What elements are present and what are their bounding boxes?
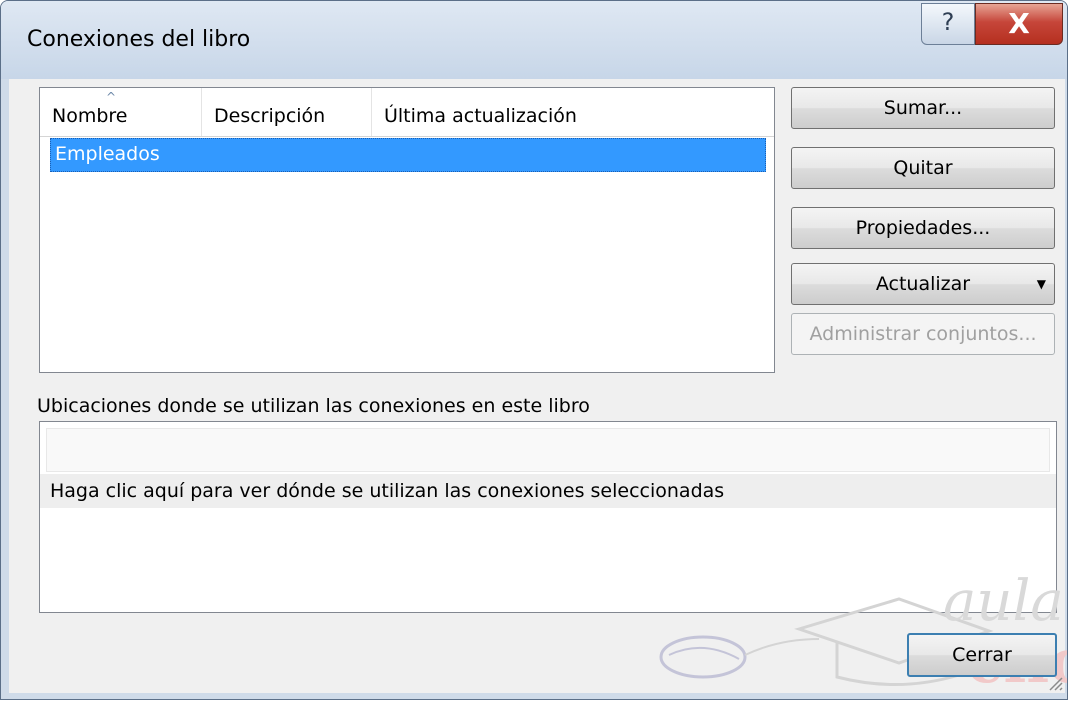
workbook-connections-dialog: Conexiones del libro ? X ^ Nombre Descri… — [0, 0, 1068, 700]
resize-grip-icon[interactable] — [1045, 673, 1063, 691]
locations-list[interactable]: Haga clic aquí para ver dónde se utiliza… — [39, 421, 1057, 613]
connections-list-header: ^ Nombre Descripción Última actualizació… — [40, 88, 774, 137]
column-description-label: Descripción — [214, 105, 326, 127]
properties-button[interactable]: Propiedades... — [791, 207, 1055, 249]
dialog-title: Conexiones del libro — [27, 27, 251, 52]
connection-row-selected[interactable]: Empleados — [50, 138, 766, 172]
refresh-button[interactable]: Actualizar ▼ — [791, 263, 1055, 305]
column-header-name[interactable]: ^ Nombre — [40, 88, 202, 136]
help-icon: ? — [941, 8, 955, 36]
close-button[interactable]: Cerrar — [907, 633, 1057, 677]
locations-hint-row[interactable]: Haga clic aquí para ver dónde se utiliza… — [40, 474, 1056, 508]
title-bar: Conexiones del libro ? X — [1, 1, 1067, 79]
remove-button[interactable]: Quitar — [791, 147, 1055, 189]
sort-ascending-icon: ^ — [106, 90, 117, 104]
connection-name: Empleados — [55, 143, 160, 165]
column-header-last-refreshed[interactable]: Última actualización — [372, 88, 772, 136]
connections-list[interactable]: ^ Nombre Descripción Última actualizació… — [39, 87, 775, 373]
refresh-button-label: Actualizar — [875, 273, 971, 295]
column-last-refreshed-label: Última actualización — [384, 105, 577, 127]
close-icon: X — [1008, 7, 1030, 40]
add-button[interactable]: Sumar... — [791, 87, 1055, 129]
dialog-body: ^ Nombre Descripción Última actualizació… — [9, 79, 1067, 697]
locations-label: Ubicaciones donde se utilizan las conexi… — [37, 395, 590, 417]
locations-hint-text: Haga clic aquí para ver dónde se utiliza… — [50, 480, 725, 502]
dropdown-arrow-icon[interactable]: ▼ — [1037, 264, 1046, 304]
manage-sets-button[interactable]: Administrar conjuntos... — [791, 313, 1055, 355]
help-button[interactable]: ? — [921, 3, 975, 45]
column-name-label: Nombre — [52, 105, 128, 127]
locations-list-header — [46, 428, 1050, 472]
column-header-description[interactable]: Descripción — [202, 88, 372, 136]
window-close-button[interactable]: X — [975, 3, 1063, 45]
